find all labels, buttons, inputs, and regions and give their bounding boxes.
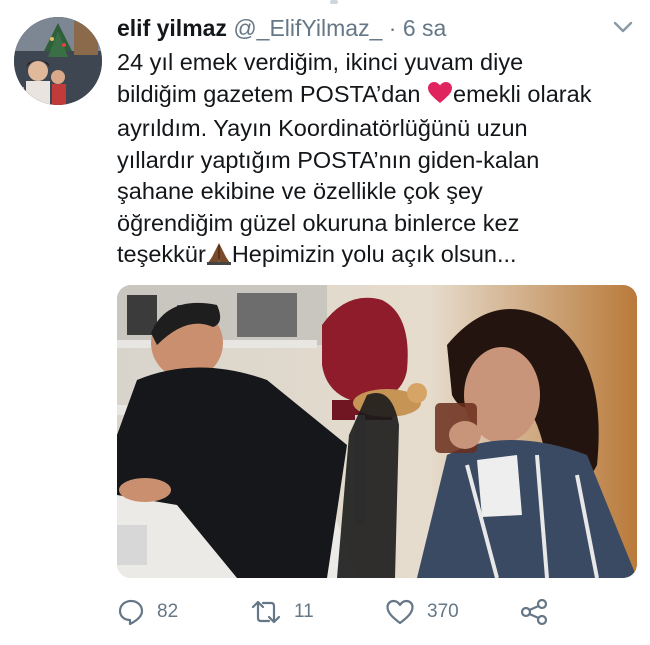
tweet-text-line: bildiğim gazetem POSTA’dan emekli olarak [117, 79, 637, 114]
author-handle[interactable]: @_ElifYilmaz_ [233, 15, 382, 41]
top-edge-marker [330, 0, 338, 4]
tweet-text-line: şahane ekibine ve özellikle çok şey [117, 178, 483, 204]
reply-count: 82 [157, 601, 179, 622]
like-action[interactable]: 370 [385, 590, 459, 634]
like-icon[interactable] [385, 598, 415, 626]
tweet-text-segment: emekli olarak [453, 80, 592, 107]
folded-hands-emoji-icon [206, 241, 232, 274]
tweet-text-line: öğrendiğim güzel okuruna binlerce kez [117, 209, 520, 236]
tweet-text-segment: teşekkür [117, 241, 206, 267]
tweet-text-line: teşekkür Hepimizin yolu açık olsun... [117, 239, 637, 274]
tweet-text: 24 yıl emek verdiğim, ikinci yuvam diye … [117, 47, 637, 274]
retweet-action[interactable]: 11 [250, 590, 314, 634]
tweet-text-line: ayrıldım. Yayın Koordinatörlüğünü uzun [117, 115, 528, 141]
author-name[interactable]: elif yilmaz [117, 15, 227, 41]
tweet-header: elif yilmaz @_ElifYilmaz_ · 6 sa [117, 12, 446, 44]
tweet-time[interactable]: 6 sa [403, 15, 446, 41]
separator-dot: · [388, 15, 397, 41]
tweet-actions: 82 11 370 [117, 590, 637, 634]
tweet-text-line: 24 yıl emek verdiğim, ikinci yuvam diye [117, 49, 524, 75]
tweet[interactable]: elif yilmaz @_ElifYilmaz_ · 6 sa 24 yıl … [0, 0, 650, 645]
chevron-down-icon[interactable] [610, 14, 636, 40]
reply-icon[interactable] [117, 598, 145, 626]
avatar[interactable] [14, 17, 102, 105]
tweet-text-segment: Hepimizin yolu açık olsun... [231, 241, 517, 267]
retweet-icon[interactable] [250, 598, 282, 626]
like-count: 370 [427, 601, 459, 622]
tweet-text-segment: bildiğim gazetem POSTA’dan [117, 80, 421, 107]
share-action[interactable] [519, 590, 549, 634]
reply-action[interactable]: 82 [117, 590, 178, 634]
share-icon[interactable] [519, 598, 549, 626]
tweet-text-line: yıllardır yaptığım POSTA’nın giden-kalan [117, 146, 540, 173]
retweet-count: 11 [294, 601, 314, 622]
tweet-photo[interactable] [117, 285, 637, 578]
heart-emoji-icon [427, 81, 453, 114]
